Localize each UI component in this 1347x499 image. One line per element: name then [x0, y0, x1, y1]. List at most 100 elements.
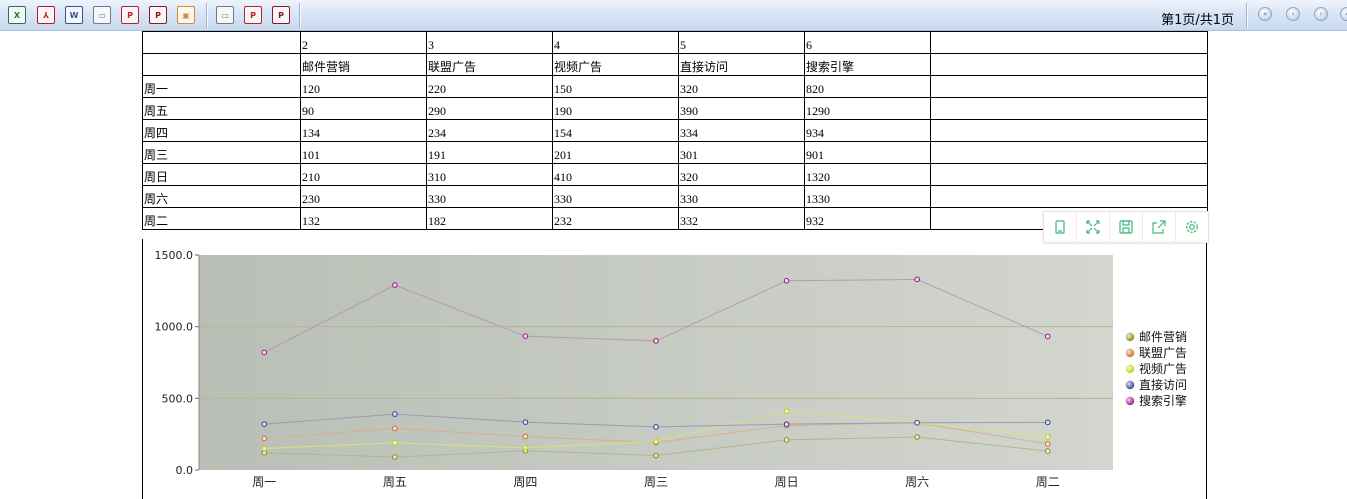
pdf-print-icon[interactable]: P	[121, 6, 139, 24]
export-pdf-icon[interactable]: ⅄	[37, 6, 55, 24]
export-excel-icon[interactable]: X	[8, 6, 26, 24]
legend-marker-shine	[1125, 396, 1135, 406]
data-point[interactable]	[522, 333, 529, 339]
settings-button[interactable]	[1176, 212, 1208, 242]
table-cell: 150	[552, 75, 679, 98]
data-point[interactable]	[261, 421, 268, 427]
table-cell: 90	[300, 97, 427, 120]
legend-marker-shine	[1125, 364, 1135, 374]
data-point[interactable]	[914, 419, 920, 426]
chart-container: 0.0 500.0 1000.0 1500.0 周一 周五 周四 周三 周日 周六 周二 邮件营销…	[142, 239, 1207, 499]
table-cell: 182	[426, 207, 553, 230]
x-tick-label: 周五	[383, 475, 407, 489]
pdf-print-2-icon[interactable]: P	[149, 6, 167, 24]
legend-label: 搜索引擎	[1139, 393, 1187, 408]
data-point[interactable]	[1044, 441, 1051, 447]
print-2-icon[interactable]: ▭	[216, 6, 234, 24]
table-cell: 搜索引擎	[804, 53, 931, 76]
table-cell: 330	[426, 185, 553, 208]
share-export-button[interactable]	[1143, 212, 1176, 242]
table-cell	[930, 31, 1208, 54]
table-cell	[930, 97, 1208, 120]
save-icon	[1119, 220, 1133, 234]
data-point[interactable]	[783, 437, 790, 443]
export-image-icon[interactable]: ▣	[177, 6, 195, 24]
table-row: 周五 90 290 190 390 1290	[142, 97, 1208, 120]
table-cell: 6	[804, 31, 931, 54]
prev-page-icon[interactable]: ‹	[1286, 7, 1300, 21]
x-tick-label: 周六	[905, 475, 929, 489]
fullscreen-button[interactable]	[1077, 212, 1110, 242]
data-point[interactable]	[914, 276, 920, 283]
mobile-view-button[interactable]	[1044, 212, 1077, 242]
table-cell: 134	[300, 119, 427, 142]
data-point[interactable]	[653, 438, 659, 444]
table-cell: 联盟广告	[426, 53, 553, 76]
table-row: 周一 120 220 150 320 820	[142, 75, 1208, 98]
legend-label: 视频广告	[1139, 361, 1187, 376]
table-cell: 332	[678, 207, 805, 230]
table-cell: 290	[426, 97, 553, 120]
settings-icon	[1185, 220, 1199, 234]
pdf-print-3-icon[interactable]: P	[244, 6, 262, 24]
table-cell: 301	[678, 141, 805, 164]
toolbar-separator	[207, 3, 208, 28]
data-point[interactable]	[783, 278, 790, 284]
plot-area	[199, 255, 1113, 470]
last-page-icon[interactable]: »	[1340, 7, 1347, 21]
data-point[interactable]	[392, 282, 398, 288]
export-word-icon[interactable]: W	[65, 6, 83, 24]
table-cell: 154	[552, 119, 679, 142]
table-cell: 周四	[142, 119, 301, 142]
data-point[interactable]	[914, 434, 920, 440]
data-point[interactable]	[1044, 448, 1051, 454]
data-point[interactable]	[392, 439, 398, 446]
print-icon[interactable]: ▭	[93, 6, 111, 24]
table-cell: 310	[426, 163, 553, 186]
table-cell: 1320	[804, 163, 931, 186]
x-tick-label: 周一	[252, 475, 276, 489]
table-cell	[930, 185, 1208, 208]
table-cell: 220	[426, 75, 553, 98]
data-point[interactable]	[653, 338, 659, 344]
mobile-view-icon	[1055, 220, 1065, 234]
data-point[interactable]	[261, 349, 268, 356]
chart-tool-panel	[1043, 211, 1209, 243]
data-point[interactable]	[783, 421, 790, 427]
table-cell: 周三	[142, 141, 301, 164]
table-cell: 视频广告	[552, 53, 679, 76]
next-page-icon[interactable]: ›	[1314, 7, 1328, 21]
data-point[interactable]	[1044, 433, 1051, 440]
data-point[interactable]	[1044, 333, 1051, 340]
first-page-icon[interactable]: «	[1258, 7, 1272, 21]
data-point[interactable]	[392, 425, 398, 432]
pdf-print-4-icon[interactable]: P	[272, 6, 290, 24]
table-cell	[142, 31, 301, 54]
data-point[interactable]	[261, 435, 268, 442]
report-toolbar: X⅄W▭PP▣▭PP 第1页/共1页 «‹›»	[0, 0, 1347, 31]
page-indicator: 第1页/共1页	[1161, 13, 1234, 28]
data-point[interactable]	[522, 419, 529, 425]
x-tick-label: 周四	[513, 475, 537, 489]
table-cell: 邮件营销	[300, 53, 427, 76]
legend-marker-shine	[1125, 348, 1135, 358]
table-row: 周日 210 310 410 320 1320	[142, 163, 1208, 186]
data-point[interactable]	[1044, 419, 1051, 426]
data-point[interactable]	[522, 445, 529, 451]
table-cell: 3	[426, 31, 553, 54]
data-point[interactable]	[261, 445, 268, 452]
table-cell: 934	[804, 119, 931, 142]
table-cell: 周六	[142, 185, 301, 208]
table-cell	[930, 53, 1208, 76]
legend-marker-shine	[1125, 332, 1135, 342]
table-cell: 210	[300, 163, 427, 186]
data-point[interactable]	[392, 411, 398, 417]
table-row: 周四 134 234 154 334 934	[142, 119, 1208, 142]
data-point[interactable]	[522, 433, 529, 440]
data-point[interactable]	[653, 452, 659, 459]
table-cell: 230	[300, 185, 427, 208]
data-point[interactable]	[783, 408, 790, 415]
data-point[interactable]	[392, 454, 398, 460]
save-button[interactable]	[1110, 212, 1143, 242]
data-point[interactable]	[653, 424, 659, 430]
